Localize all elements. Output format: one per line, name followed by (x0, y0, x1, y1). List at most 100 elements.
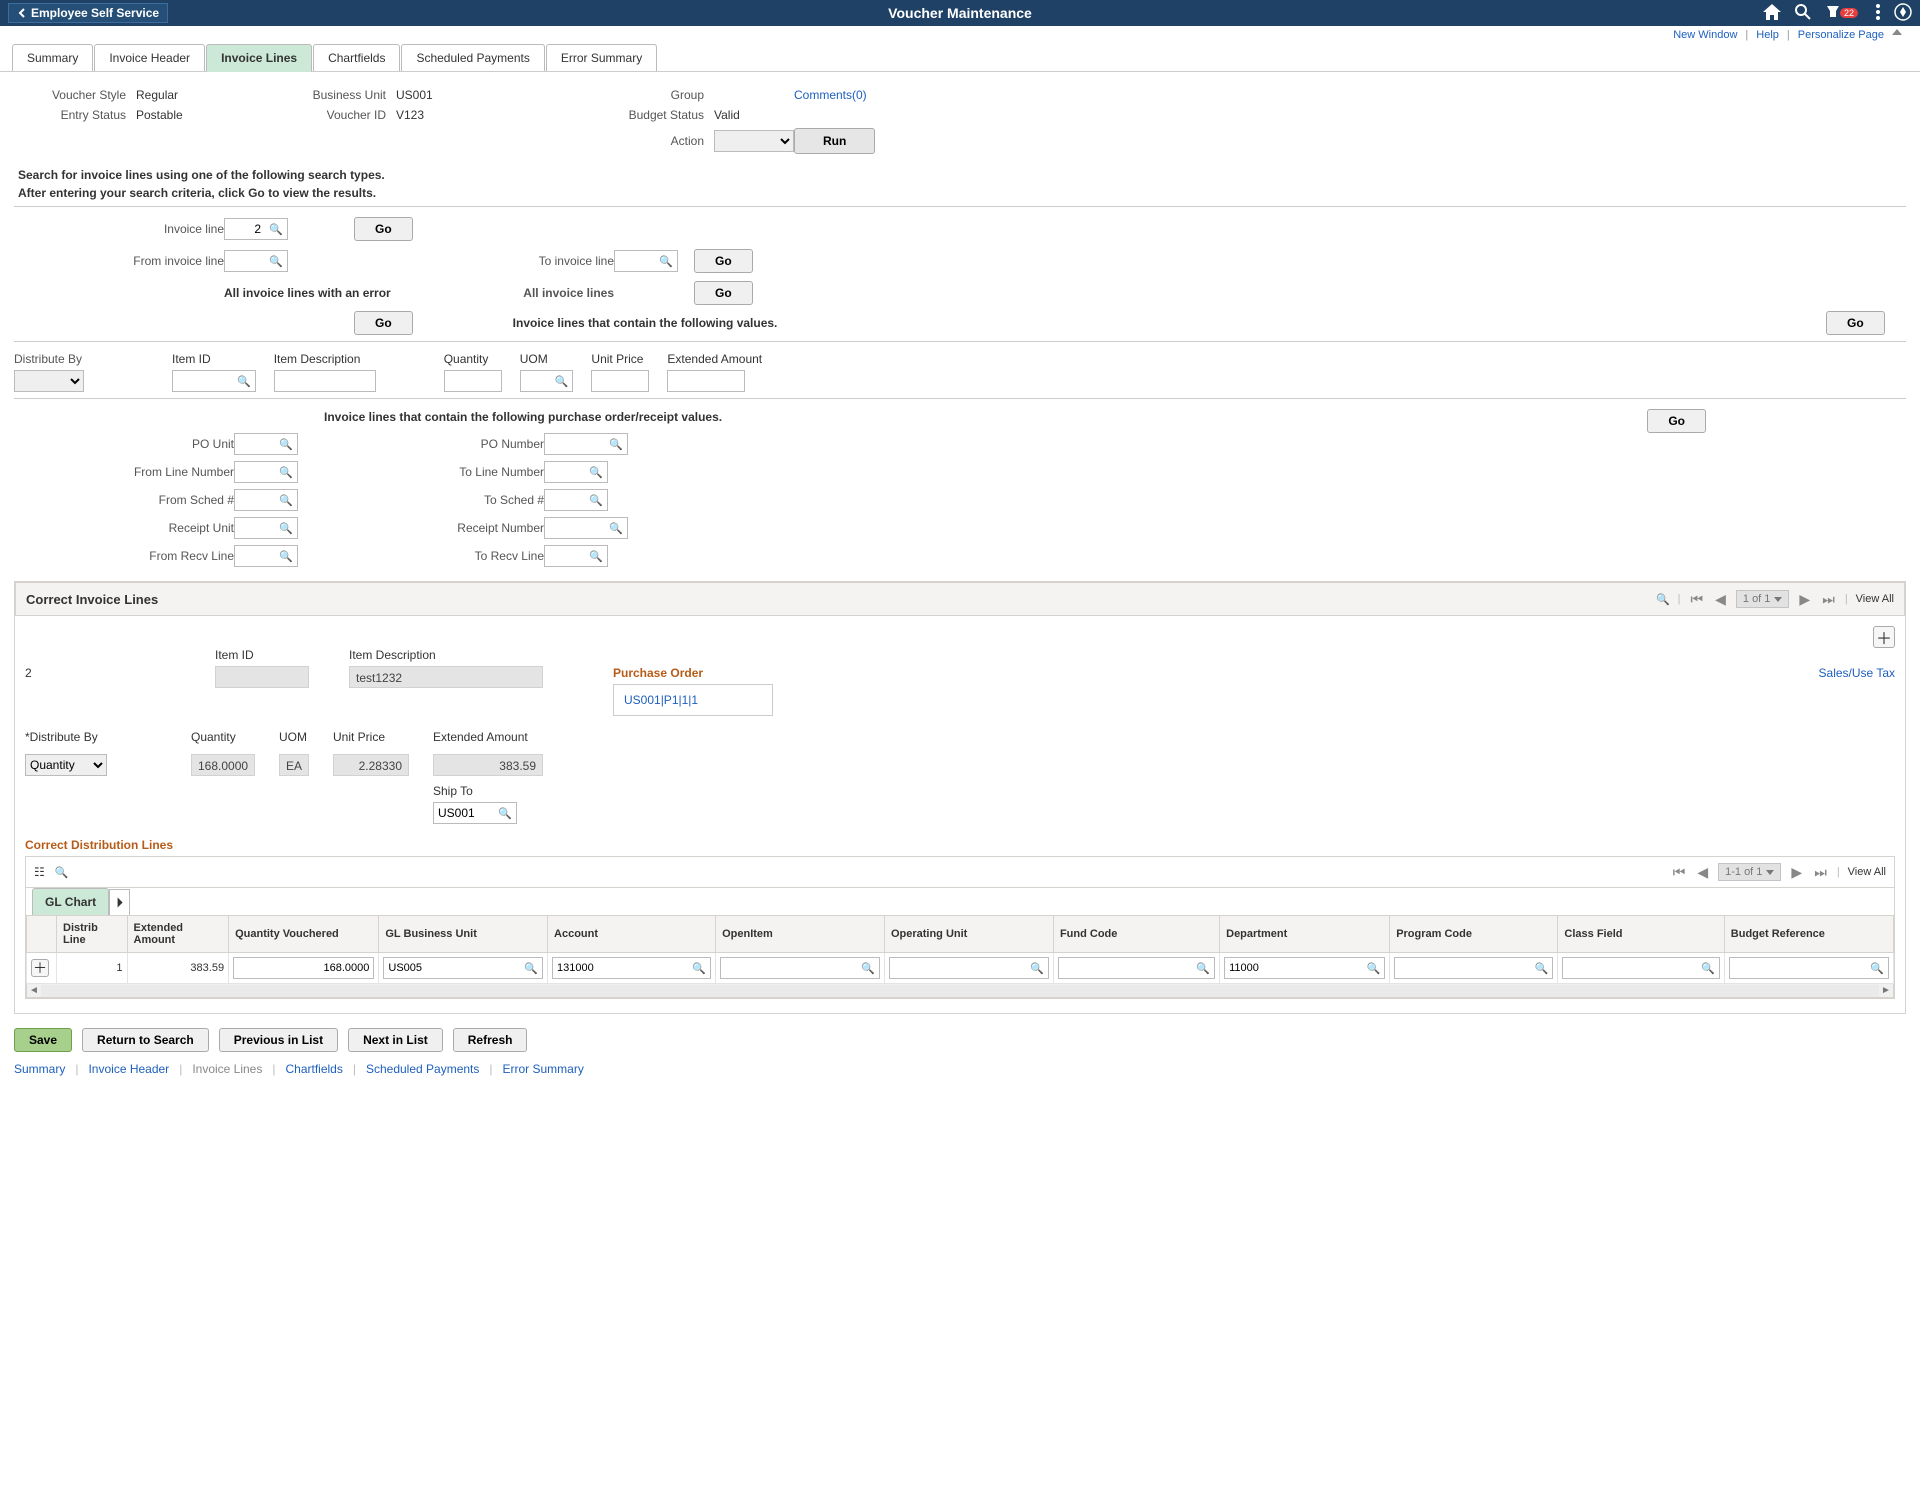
uom-input[interactable] (521, 371, 551, 391)
lookup-icon[interactable] (275, 465, 297, 479)
scroll-right-icon[interactable]: ► (1879, 985, 1893, 996)
personalize-grid-icon[interactable]: ☷ (34, 865, 45, 879)
tab-error-summary[interactable]: Error Summary (546, 44, 657, 71)
lookup-icon[interactable] (494, 806, 516, 820)
last-dist-icon[interactable]: ⏭ (1812, 864, 1829, 881)
prog-code-input[interactable] (1395, 962, 1531, 974)
tab-invoice-lines[interactable]: Invoice Lines (206, 44, 312, 72)
lookup-icon[interactable] (275, 437, 297, 451)
lookup-icon[interactable] (1362, 962, 1384, 975)
po-link[interactable]: US001|P1|1|1 (624, 693, 698, 707)
prev-icon[interactable]: ◀ (1713, 591, 1728, 608)
qty-vouch-input[interactable] (234, 962, 373, 974)
ship-to-input[interactable] (434, 803, 494, 823)
lookup-icon[interactable] (688, 962, 710, 975)
run-button[interactable]: Run (794, 128, 875, 154)
lookup-icon[interactable] (265, 254, 287, 268)
lookup-icon[interactable] (275, 493, 297, 507)
th-prog-code[interactable]: Program Code (1390, 916, 1558, 953)
to-line-num-input[interactable] (545, 462, 585, 482)
th-dept[interactable]: Department (1220, 916, 1390, 953)
first-dist-icon[interactable]: ⏮ (1671, 864, 1688, 881)
next-list-button[interactable]: Next in List (348, 1028, 443, 1052)
notifications-icon[interactable]: 22 (1825, 4, 1862, 23)
lookup-icon[interactable] (233, 374, 255, 388)
lookup-icon[interactable] (605, 437, 627, 451)
distribute-by-select[interactable] (14, 370, 84, 392)
lookup-icon[interactable] (655, 254, 677, 268)
th-budget-ref[interactable]: Budget Reference (1724, 916, 1893, 953)
lookup-icon[interactable] (1866, 962, 1888, 975)
account-input[interactable] (553, 962, 688, 974)
save-button[interactable]: Save (14, 1028, 72, 1052)
lookup-icon[interactable] (585, 493, 607, 507)
pager-display[interactable]: 1 of 1 (1736, 590, 1790, 608)
item-desc-input[interactable] (275, 371, 375, 391)
from-recv-input[interactable] (235, 546, 275, 566)
oper-unit-input[interactable] (890, 962, 1026, 974)
lookup-icon[interactable] (520, 962, 542, 975)
footer-link-scheduled-payments[interactable]: Scheduled Payments (366, 1062, 479, 1076)
th-ext-amt[interactable]: Extended Amount (127, 916, 229, 953)
po-number-input[interactable] (545, 434, 605, 454)
actions-menu-icon[interactable] (1876, 4, 1880, 23)
go-button-alllines[interactable]: Go (354, 311, 413, 335)
dist-view-all[interactable]: View All (1848, 866, 1886, 878)
find-icon[interactable] (1656, 593, 1670, 606)
go-button-2[interactable]: Go (694, 249, 753, 273)
unit-price-input[interactable] (592, 371, 648, 391)
receipt-unit-input[interactable] (235, 518, 275, 538)
lookup-icon[interactable] (275, 549, 297, 563)
refresh-button[interactable]: Refresh (453, 1028, 528, 1052)
dept-input[interactable] (1225, 962, 1362, 974)
budget-ref-input[interactable] (1730, 962, 1867, 974)
th-class-field[interactable]: Class Field (1558, 916, 1724, 953)
to-invoice-line-input[interactable] (615, 251, 655, 271)
from-line-num-input[interactable] (235, 462, 275, 482)
tab-chartfields[interactable]: Chartfields (313, 44, 400, 71)
go-button-1[interactable]: Go (354, 217, 413, 241)
tab-scheduled-payments[interactable]: Scheduled Payments (401, 44, 544, 71)
ext-amt-input[interactable] (668, 371, 744, 391)
fund-code-input[interactable] (1059, 962, 1192, 974)
lookup-icon[interactable] (857, 962, 879, 975)
th-fund-code[interactable]: Fund Code (1053, 916, 1219, 953)
th-oper-unit[interactable]: Operating Unit (884, 916, 1053, 953)
th-qty-vouch[interactable]: Quantity Vouchered (229, 916, 379, 953)
personalize-link[interactable]: Personalize Page (1798, 29, 1884, 41)
view-all-link[interactable]: View All (1856, 593, 1894, 605)
class-field-input[interactable] (1563, 962, 1697, 974)
return-search-button[interactable]: Return to Search (82, 1028, 209, 1052)
go-button-values[interactable]: Go (1826, 311, 1885, 335)
last-icon[interactable]: ⏭ (1820, 591, 1837, 608)
go-button-3[interactable]: Go (694, 281, 753, 305)
lookup-icon[interactable] (1026, 962, 1048, 975)
action-select[interactable] (714, 130, 794, 152)
from-invoice-line-input[interactable] (225, 251, 265, 271)
th-open-item[interactable]: OpenItem (716, 916, 885, 953)
po-unit-input[interactable] (235, 434, 275, 454)
home-icon[interactable] (1763, 4, 1781, 23)
footer-link-invoice-header[interactable]: Invoice Header (88, 1062, 169, 1076)
tab-summary[interactable]: Summary (12, 44, 93, 71)
lookup-icon[interactable] (585, 465, 607, 479)
open-item-input[interactable] (721, 962, 857, 974)
th-gl-bu[interactable]: GL Business Unit (379, 916, 548, 953)
prev-dist-icon[interactable]: ◀ (1695, 864, 1710, 881)
th-account[interactable]: Account (548, 916, 716, 953)
footer-link-summary[interactable]: Summary (14, 1062, 65, 1076)
next-dist-icon[interactable]: ▶ (1789, 864, 1804, 881)
add-dist-row-button[interactable]: ＋ (31, 959, 49, 977)
lookup-icon[interactable] (585, 549, 607, 563)
comments-link[interactable]: Comments(0) (794, 88, 867, 102)
scroll-left-icon[interactable]: ◄ (27, 985, 41, 996)
search-icon[interactable] (1795, 4, 1811, 23)
sales-use-tax-link[interactable]: Sales/Use Tax (1819, 666, 1895, 680)
next-icon[interactable]: ▶ (1797, 591, 1812, 608)
back-area-pill[interactable]: Employee Self Service (8, 3, 168, 23)
quantity-input[interactable] (445, 371, 501, 391)
prev-list-button[interactable]: Previous in List (219, 1028, 338, 1052)
first-icon[interactable]: ⏮ (1689, 591, 1706, 608)
add-row-button[interactable]: ＋ (1873, 626, 1895, 648)
footer-link-error-summary[interactable]: Error Summary (503, 1062, 584, 1076)
